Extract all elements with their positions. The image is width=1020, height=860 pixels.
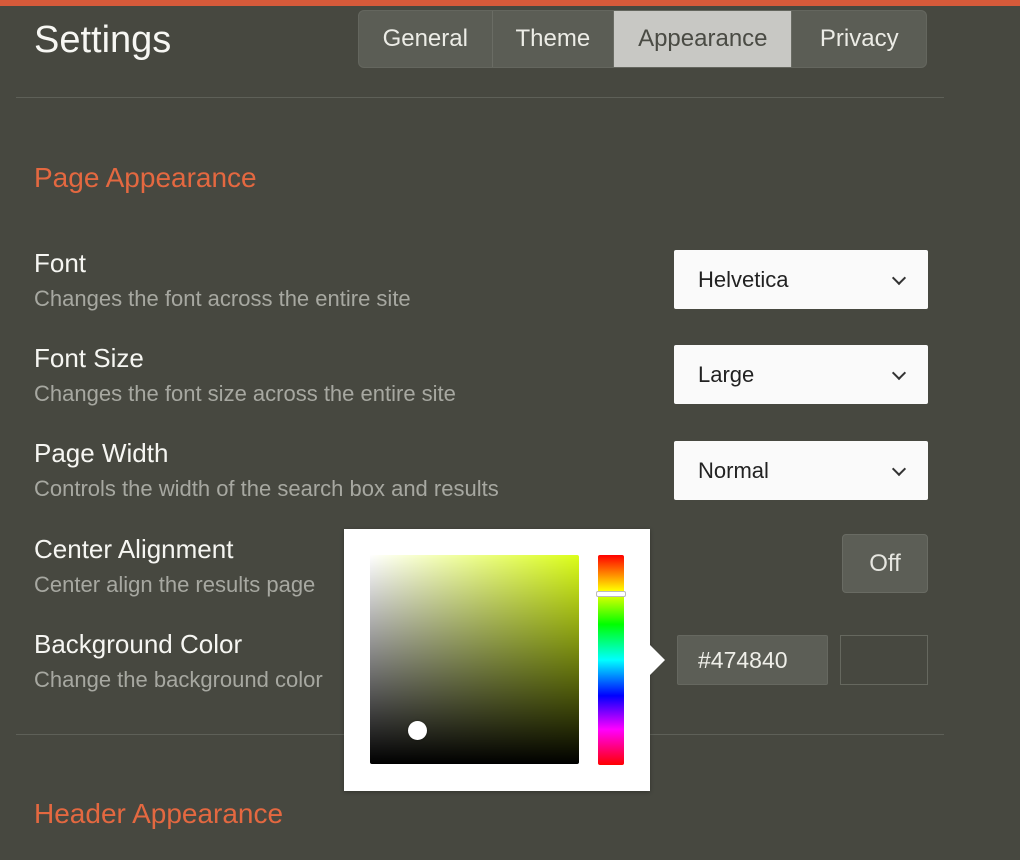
page-width-label: Page Width (34, 438, 169, 468)
chevron-down-icon (891, 461, 907, 476)
background-color-description: Change the background color (34, 667, 323, 692)
tab-privacy[interactable]: Privacy (792, 11, 926, 67)
font-description: Changes the font across the entire site (34, 286, 411, 311)
background-color-hex-input[interactable]: #474840 (677, 635, 828, 685)
page-width-description: Controls the width of the search box and… (34, 476, 499, 501)
page-width-select-value: Normal (698, 457, 769, 483)
font-label: Font (34, 248, 87, 278)
tab-theme[interactable]: Theme (493, 11, 615, 67)
color-picker-popover (344, 529, 665, 791)
section-title-header-appearance: Header Appearance (34, 798, 284, 829)
center-alignment-description: Center align the results page (34, 572, 316, 597)
saturation-cursor[interactable] (408, 721, 427, 740)
tab-appearance[interactable]: Appearance (614, 11, 793, 67)
font-size-select-value: Large (698, 361, 755, 387)
settings-tabs: General Theme Appearance Privacy (358, 10, 927, 68)
chevron-down-icon (891, 270, 907, 285)
center-alignment-toggle[interactable]: Off (842, 534, 928, 593)
section-title-page-appearance: Page Appearance (34, 162, 257, 193)
background-color-label: Background Color (34, 629, 243, 659)
saturation-field[interactable] (370, 555, 579, 764)
page-title: Settings (34, 19, 172, 61)
tab-general[interactable]: General (359, 11, 493, 67)
font-size-description: Changes the font size across the entire … (34, 381, 456, 406)
font-select[interactable]: Helvetica (674, 250, 928, 309)
center-alignment-label: Center Alignment (34, 534, 234, 564)
hue-slider[interactable] (596, 555, 626, 765)
popover-arrow (650, 645, 665, 675)
top-accent-bar (0, 0, 1020, 6)
font-size-select[interactable]: Large (674, 345, 928, 404)
divider (16, 97, 944, 98)
hue-slider-handle[interactable] (596, 591, 626, 597)
chevron-down-icon (891, 365, 907, 380)
font-size-label: Font Size (34, 343, 144, 373)
background-color-swatch[interactable] (840, 635, 928, 685)
font-select-value: Helvetica (698, 266, 789, 292)
page-width-select[interactable]: Normal (674, 441, 928, 500)
